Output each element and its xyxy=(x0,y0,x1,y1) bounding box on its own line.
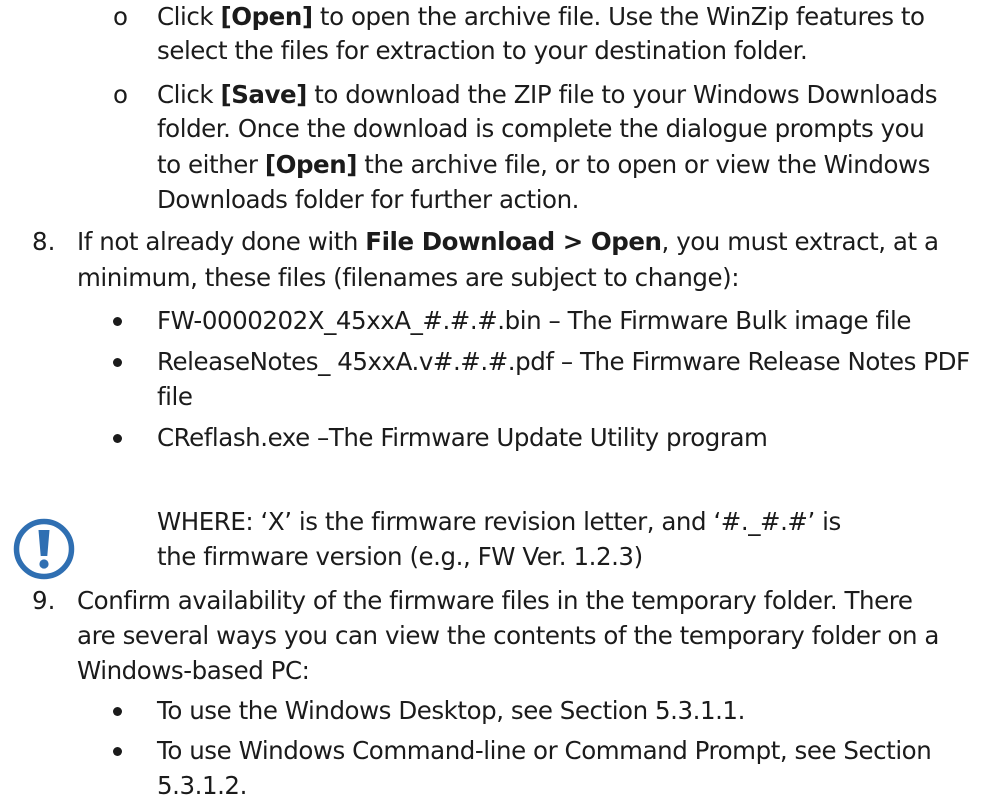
step-line: If not already done with File Download >… xyxy=(77,227,939,256)
bullet-item-command-line: To use Windows Command-line or Command P… xyxy=(157,736,932,765)
sub-bullet-marker: o xyxy=(113,2,128,31)
note-line: the firmware version (e.g., FW Ver. 1.2.… xyxy=(157,542,643,571)
sub-item-line: Downloads folder for further action. xyxy=(157,185,580,214)
bullet-item-continuation: 5.3.1.2. xyxy=(157,771,247,800)
step-number: 9. xyxy=(32,586,56,615)
sub-item-line: folder. Once the download is complete th… xyxy=(157,114,925,143)
bullet-dot xyxy=(113,358,122,367)
bullet-item-continuation: file xyxy=(157,382,193,411)
bullet-item-bin-file: FW-0000202X_45xxA_#.#.#.bin – The Firmwa… xyxy=(157,306,912,335)
step-line: are several ways you can view the conten… xyxy=(77,621,939,650)
step-number: 8. xyxy=(32,227,56,256)
document-page: o Click [Open] to open the archive file.… xyxy=(0,0,1007,802)
bullet-dot xyxy=(113,747,122,756)
note-line: WHERE: ‘X’ is the firmware revision lett… xyxy=(157,507,841,536)
bullet-dot xyxy=(113,317,122,326)
sub-item-line: to either [Open] the archive file, or to… xyxy=(157,150,930,179)
step-line: Windows-based PC: xyxy=(77,656,310,685)
sub-bullet-marker: o xyxy=(113,80,128,109)
sub-item-line: Click [Save] to download the ZIP file to… xyxy=(157,80,938,109)
step-line: Confirm availability of the firmware fil… xyxy=(77,586,913,615)
bullet-dot xyxy=(113,707,122,716)
sub-item-line: select the files for extraction to your … xyxy=(157,36,808,65)
exclamation-circle-icon xyxy=(13,518,75,580)
bullet-dot xyxy=(113,434,122,443)
bullet-item-creflash: CReflash.exe –The Firmware Update Utilit… xyxy=(157,423,768,452)
bullet-item-release-notes: ReleaseNotes_ 45xxA.v#.#.#.pdf – The Fir… xyxy=(157,347,970,376)
step-line: minimum, these files (filenames are subj… xyxy=(77,263,740,292)
bullet-item-desktop: To use the Windows Desktop, see Section … xyxy=(157,696,745,725)
sub-item-line: Click [Open] to open the archive file. U… xyxy=(157,2,925,31)
